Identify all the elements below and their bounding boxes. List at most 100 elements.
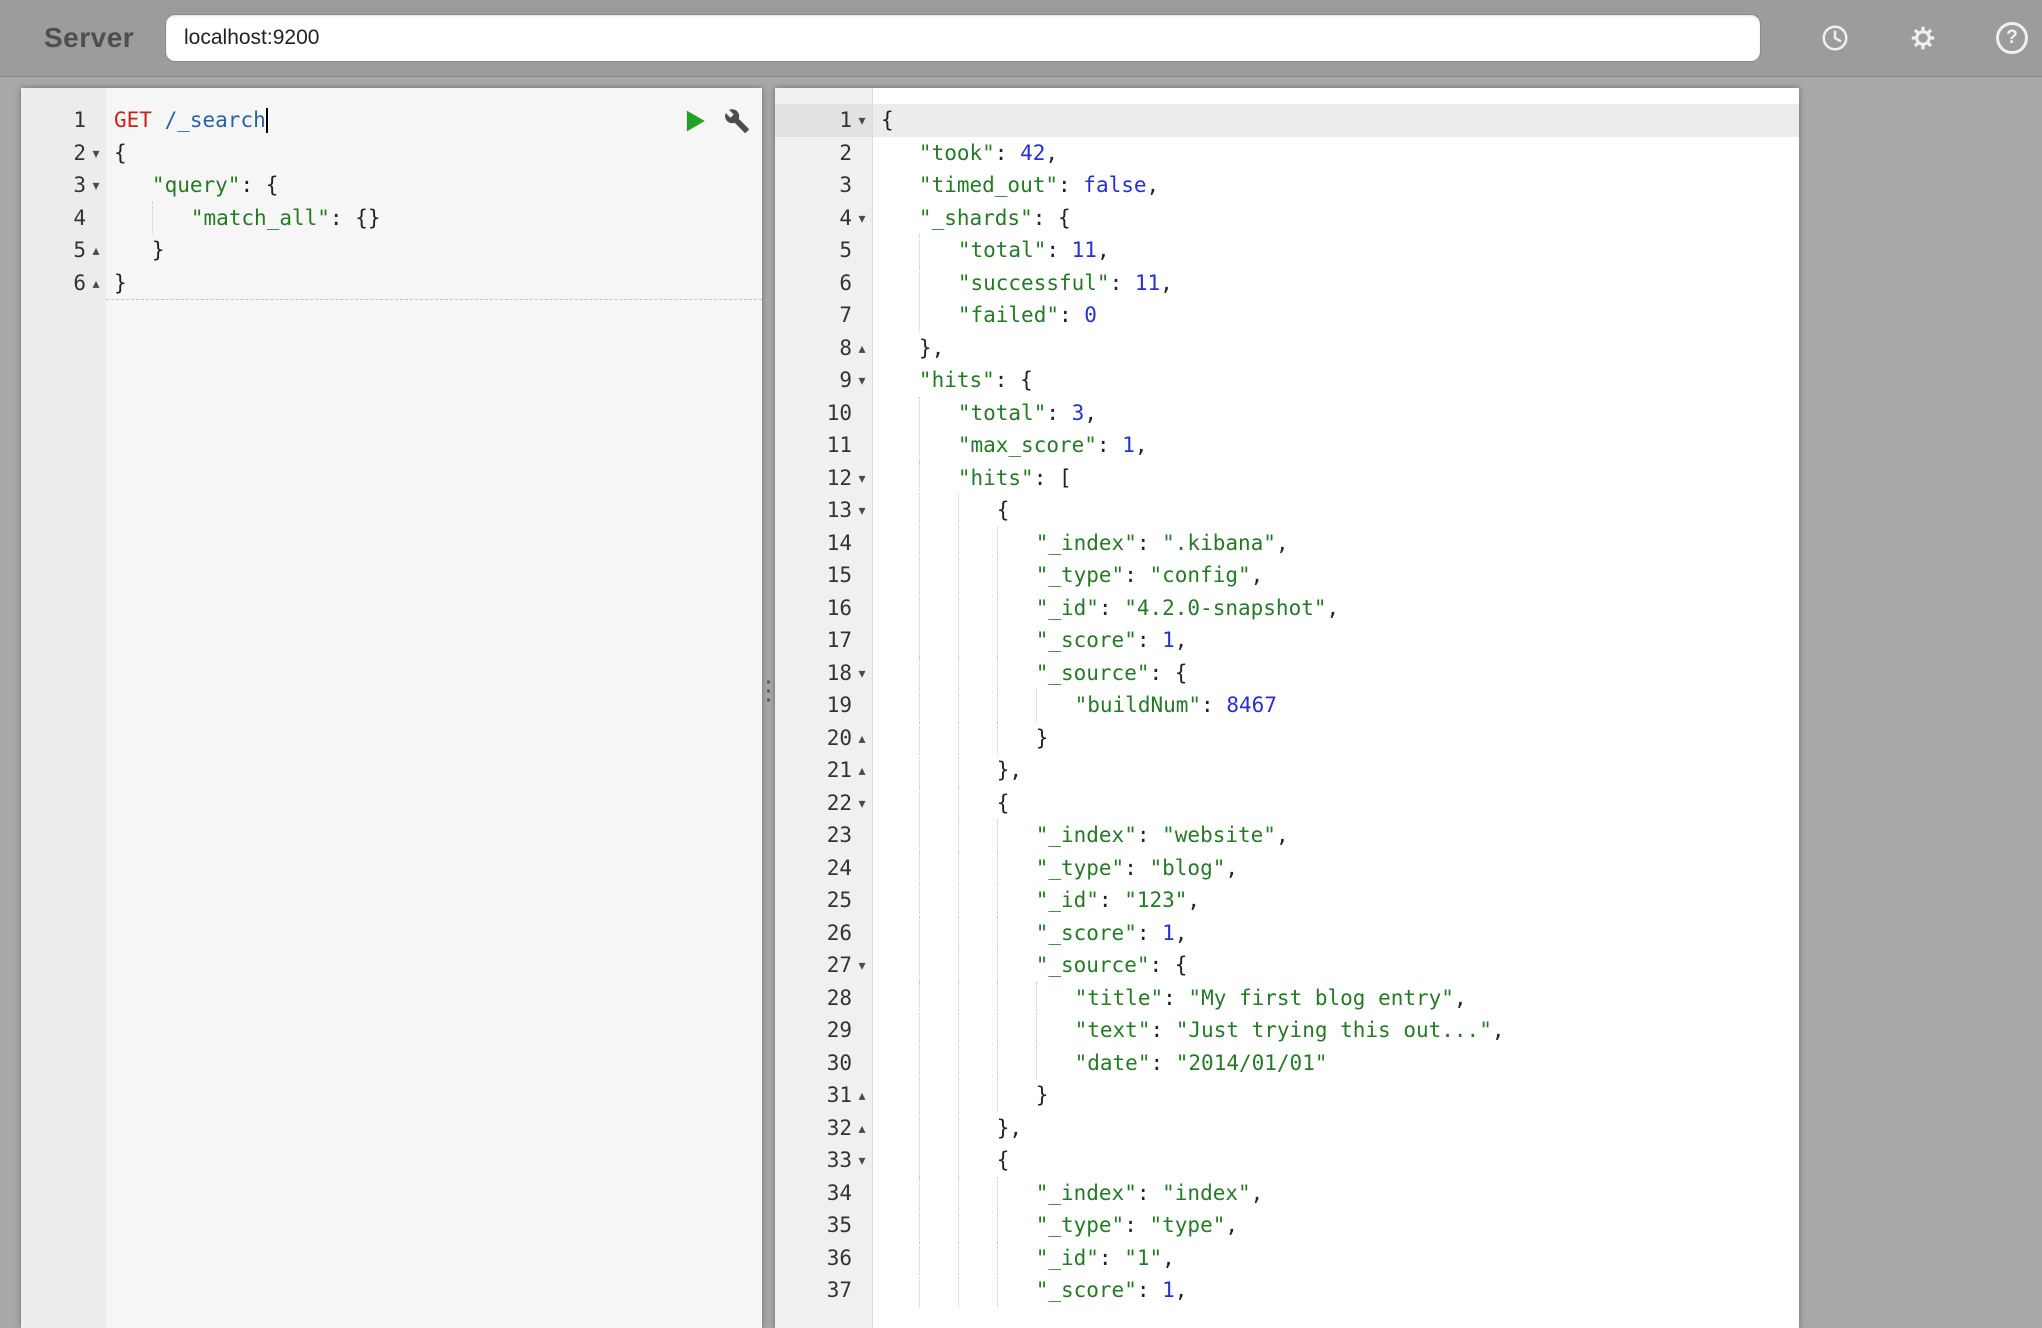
response-code-line: "text": "Just trying this out...", — [873, 1014, 1799, 1047]
token-plain: , — [1045, 140, 1059, 165]
token-str: ".kibana" — [1162, 530, 1276, 555]
gutter-row: 24 — [775, 852, 872, 885]
fold-widget-icon[interactable]: ▾ — [852, 202, 872, 235]
response-code-line: "_score": 1, — [873, 916, 1799, 950]
indent-guide — [881, 917, 919, 950]
line-number: 1 — [73, 108, 86, 132]
indent-guide — [881, 657, 919, 690]
fold-widget-icon[interactable]: ▴ — [852, 722, 872, 755]
token-plain: }, — [918, 335, 945, 360]
gutter-row: 8 ▴ — [775, 332, 872, 365]
request-code-area[interactable]: GET /_search{"query": {"match_all": {}}} — [106, 88, 762, 1328]
token-str: "123" — [1124, 888, 1188, 912]
request-code-line[interactable]: { — [106, 137, 762, 170]
line-number: 20 — [826, 725, 852, 750]
indent-guide — [918, 494, 958, 527]
fold-widget-icon[interactable]: ▾ — [86, 137, 106, 170]
indent-guide — [1035, 1014, 1075, 1047]
indent-guide — [918, 1079, 958, 1112]
token-plain: , — [1160, 270, 1173, 295]
request-editor-pane[interactable]: 1 2 ▾ 3 ▾ 4 5 ▴ 6 ▴ GET /_search{"query": {"match… — [21, 88, 762, 1328]
fold-widget-icon[interactable]: ▾ — [852, 104, 872, 137]
fold-widget-icon[interactable]: ▴ — [86, 234, 106, 267]
line-number: 9 — [839, 368, 852, 392]
fold-widget-icon[interactable]: ▴ — [852, 754, 872, 787]
indent-guide — [881, 169, 919, 202]
token-plain: , — [1174, 1278, 1188, 1302]
gutter-row: 2 — [775, 137, 872, 170]
gutter-row: 32 ▴ — [775, 1112, 872, 1145]
indent-guide — [881, 852, 919, 885]
token-key: "hits" — [918, 368, 995, 392]
request-code-line[interactable]: } — [106, 234, 762, 267]
token-key: "_index" — [1035, 1180, 1137, 1205]
token-key: "failed" — [957, 303, 1059, 327]
response-code-line: "_type": "type", — [873, 1209, 1799, 1242]
indent-guide — [881, 592, 919, 625]
token-plain: : { — [240, 173, 279, 197]
help-icon[interactable]: ? — [1996, 22, 2028, 54]
request-code-line[interactable]: } — [106, 267, 762, 300]
fold-widget-icon[interactable]: ▾ — [852, 657, 872, 690]
token-plain: : {} — [329, 205, 381, 230]
token-num: 1 — [1162, 628, 1175, 652]
fold-widget-icon[interactable]: ▴ — [852, 1079, 872, 1112]
fold-widget-icon[interactable]: ▾ — [852, 949, 872, 982]
token-str: "2014/01/01" — [1175, 1050, 1328, 1075]
line-number: 14 — [826, 530, 852, 555]
gutter-row: 15 — [775, 559, 872, 592]
fold-widget-icon[interactable]: ▴ — [852, 1112, 872, 1145]
request-code-line[interactable]: "query": { — [106, 169, 762, 202]
fold-widget-icon[interactable]: ▴ — [852, 332, 872, 365]
fold-widget-icon[interactable]: ▾ — [86, 169, 106, 202]
response-code-line: "successful": 11, — [873, 266, 1799, 299]
token-plain: , — [1275, 823, 1289, 847]
gutter-row: 36 — [775, 1242, 872, 1275]
request-settings-button[interactable] — [724, 108, 750, 134]
indent-guide — [881, 1209, 919, 1242]
token-key: "date" — [1074, 1050, 1151, 1075]
history-icon[interactable] — [1820, 23, 1850, 53]
pane-splitter[interactable]: ⋮ — [756, 88, 782, 1291]
indent-guide — [996, 1241, 1036, 1274]
indent-guide — [881, 137, 919, 170]
fold-widget-icon[interactable]: ▴ — [86, 267, 106, 300]
indent-guide — [918, 916, 958, 949]
gear-icon[interactable] — [1908, 23, 1938, 53]
token-plain: , — [1096, 238, 1110, 262]
gutter-row: 3 — [775, 169, 872, 202]
token-key: "_shards" — [918, 205, 1033, 230]
token-key: "max_score" — [957, 433, 1097, 457]
indent-guide — [918, 559, 958, 592]
fold-widget-icon[interactable]: ▾ — [852, 494, 872, 527]
token-plain: : { — [1149, 953, 1188, 977]
token-plain: : — [1136, 1180, 1163, 1205]
response-code-line: { — [873, 1144, 1799, 1177]
line-number: 26 — [826, 920, 852, 945]
response-code-line: "max_score": 1, — [873, 429, 1799, 462]
fold-widget-icon[interactable]: ▾ — [852, 364, 872, 397]
indent-guide — [881, 1079, 919, 1112]
response-code-line: "date": "2014/01/01" — [873, 1046, 1799, 1080]
fold-widget-icon[interactable]: ▾ — [852, 1144, 872, 1177]
request-code-line[interactable]: GET /_search — [106, 104, 762, 137]
send-request-button[interactable] — [682, 108, 708, 134]
indent-guide — [881, 1047, 919, 1080]
gutter-row: 4 — [21, 202, 106, 235]
token-plain: : — [1150, 1050, 1176, 1075]
indent-guide — [114, 169, 152, 202]
line-number: 27 — [826, 953, 852, 977]
fold-widget-icon[interactable]: ▾ — [852, 462, 872, 495]
gutter-row: 26 — [775, 917, 872, 950]
line-number: 29 — [826, 1018, 852, 1042]
fold-widget-icon[interactable]: ▾ — [852, 787, 872, 820]
response-viewer-pane[interactable]: 1 ▾ 2 3 4 ▾ 5 6 7 8 ▴ 9 ▾ 10 11 12 ▾ 13 ▾ 14 15 16 17 18 ▾ 19 20 ▴ 2… — [775, 88, 1799, 1328]
indent-guide — [957, 949, 997, 982]
line-number: 24 — [826, 855, 852, 880]
gutter-row: 1 ▾ — [775, 104, 872, 137]
request-code-line[interactable]: "match_all": {} — [106, 201, 762, 234]
token-plain: : — [1096, 433, 1123, 457]
indent-guide — [918, 429, 958, 462]
request-actions — [682, 108, 750, 134]
server-input[interactable] — [165, 14, 1761, 62]
